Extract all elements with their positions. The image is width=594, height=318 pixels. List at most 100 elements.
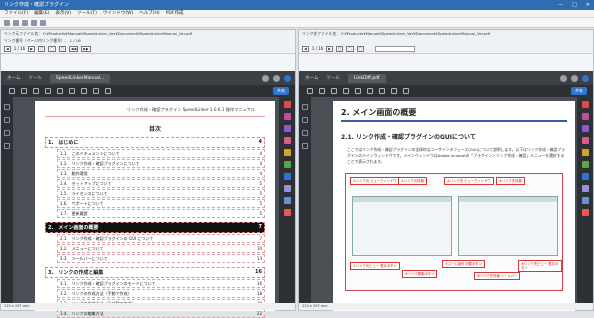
save-icon[interactable] xyxy=(13,20,19,26)
view-button-2[interactable]: □ xyxy=(48,45,56,52)
hand-icon[interactable] xyxy=(403,88,409,94)
toc-subsection-row[interactable]: 1.5. ライセンスについて 5 xyxy=(57,189,265,198)
page-thumbnail-icon[interactable] xyxy=(4,117,10,123)
share-button[interactable]: 共有 xyxy=(571,87,587,95)
help-icon[interactable] xyxy=(262,74,269,82)
toc-section-row[interactable]: 3. リンクの作成と編集 16 xyxy=(45,267,265,278)
tab-tools[interactable]: ツール xyxy=(28,75,42,81)
link-select[interactable] xyxy=(374,45,415,52)
bookmark-icon[interactable] xyxy=(302,104,308,110)
protect-tool-icon[interactable] xyxy=(283,173,291,180)
compress-tool-icon[interactable] xyxy=(283,209,291,216)
source-document-area[interactable]: リンク作成・確認プラグイン SpeedLinker 1.0.6.1 操作マニュア… xyxy=(13,97,279,318)
scan-tool-icon[interactable] xyxy=(581,197,589,204)
tab-tools[interactable]: ツール xyxy=(326,75,340,81)
menu-edit[interactable]: 編集(E) xyxy=(34,10,49,17)
fill-sign-tool-icon[interactable] xyxy=(581,185,589,192)
zoom-icon[interactable] xyxy=(81,88,87,94)
doc-tab[interactable]: SpeedLinkerManual... xyxy=(49,73,111,83)
prev-link-button[interactable]: ◀◀ xyxy=(68,45,79,52)
combine-tool-icon[interactable] xyxy=(581,149,589,156)
grid-icon[interactable] xyxy=(22,20,28,26)
maximize-button[interactable]: □ xyxy=(572,0,577,10)
pdf-tool-icon[interactable] xyxy=(581,101,589,108)
comment-tool-icon[interactable] xyxy=(283,137,291,144)
menu-file[interactable]: ファイル(F) xyxy=(4,10,28,17)
menu-tools[interactable]: ツール(T) xyxy=(77,10,97,17)
view-button-2[interactable]: □ xyxy=(346,45,354,52)
cursor-icon[interactable] xyxy=(93,88,99,94)
print-icon[interactable] xyxy=(343,88,349,94)
toc-subsection-row[interactable]: 1.2. リンク作成・確認プラグインについて 4 xyxy=(57,159,265,168)
attachment-icon[interactable] xyxy=(302,130,308,136)
toc-subsection-row[interactable]: 3.1. リンク作成・確認プラグインのモードについて 16 xyxy=(57,279,265,288)
open-icon[interactable] xyxy=(4,20,10,26)
star-icon[interactable] xyxy=(21,88,27,94)
toc-subsection-row[interactable]: 1.7. 更新履歴 5 xyxy=(57,209,265,218)
toc-subsection-row[interactable]: 3.2. リンクの作成方法（手動で作成） 18 xyxy=(57,289,265,298)
first-page-button[interactable]: ◀ xyxy=(4,45,11,52)
avatar[interactable] xyxy=(284,74,291,82)
menu-help[interactable]: ヘルプ(H) xyxy=(139,10,159,17)
cursor-icon[interactable] xyxy=(391,88,397,94)
mail-icon[interactable] xyxy=(57,88,63,94)
view-button-1[interactable]: □ xyxy=(37,45,46,52)
link-icon[interactable] xyxy=(31,20,37,26)
upload-icon[interactable] xyxy=(33,88,39,94)
toc-subsection-row[interactable]: 1.1. このドキュメントについて 4 xyxy=(57,149,265,158)
toc-subsection-row[interactable]: 2.3. ツールバーについて 13 xyxy=(57,254,265,263)
scan-tool-icon[interactable] xyxy=(283,197,291,204)
organize-tool-icon[interactable] xyxy=(283,161,291,168)
bell-icon[interactable] xyxy=(273,74,280,82)
share-button[interactable]: 共有 xyxy=(273,87,289,95)
compress-tool-icon[interactable] xyxy=(581,209,589,216)
page-thumbnail-icon[interactable] xyxy=(302,117,308,123)
doc-tab[interactable]: LinkDiff.pdf xyxy=(347,73,386,83)
settings-icon[interactable] xyxy=(40,20,46,26)
home-icon[interactable] xyxy=(307,88,313,94)
zoom-icon[interactable] xyxy=(379,88,385,94)
toc-section-row[interactable]: 2. メイン画面の概要 7 xyxy=(45,222,265,233)
bookmark-icon[interactable] xyxy=(4,104,10,110)
menu-view[interactable]: 表示(V) xyxy=(55,10,71,17)
hand-icon[interactable] xyxy=(105,88,111,94)
search-panel-icon[interactable] xyxy=(4,143,10,149)
toc-subsection-row[interactable]: 1.4. セットアップについて 5 xyxy=(57,179,265,188)
search-icon[interactable] xyxy=(69,88,75,94)
combine-tool-icon[interactable] xyxy=(283,149,291,156)
menu-window[interactable]: ウインドウ(W) xyxy=(103,10,133,17)
upload-icon[interactable] xyxy=(331,88,337,94)
edit-tool-icon[interactable] xyxy=(581,113,589,120)
close-button[interactable]: ✕ xyxy=(586,0,590,10)
export-tool-icon[interactable] xyxy=(581,125,589,132)
toc-subsection-row[interactable]: 2.2. メニューについて 10 xyxy=(57,244,265,253)
next-page-button[interactable]: ▶ xyxy=(326,45,333,52)
menu-pdf[interactable]: PDF作成 xyxy=(166,10,184,17)
mail-icon[interactable] xyxy=(355,88,361,94)
next-link-button[interactable]: ▶▶ xyxy=(81,45,91,52)
view-button-3[interactable]: □ xyxy=(356,45,364,52)
comment-tool-icon[interactable] xyxy=(581,137,589,144)
toc-section-row[interactable]: 1. はじめに 4 xyxy=(45,137,265,148)
view-button-3[interactable]: □ xyxy=(58,45,66,52)
protect-tool-icon[interactable] xyxy=(581,173,589,180)
pdf-tool-icon[interactable] xyxy=(283,101,291,108)
bell-icon[interactable] xyxy=(571,74,578,82)
tab-home[interactable]: ホーム xyxy=(7,75,20,81)
target-document-area[interactable]: 2. メイン画面の概要 2.1. リンク作成・確認プラグインのGUIについて こ… xyxy=(311,97,577,311)
toc-subsection-row[interactable]: 3.4. リンクの編集方法 22 xyxy=(57,309,265,318)
toc-subsection-row[interactable]: 1.6. サポートについて 5 xyxy=(57,199,265,208)
edit-tool-icon[interactable] xyxy=(283,113,291,120)
view-button-1[interactable]: □ xyxy=(335,45,344,52)
home-icon[interactable] xyxy=(9,88,15,94)
attachment-icon[interactable] xyxy=(4,130,10,136)
export-tool-icon[interactable] xyxy=(283,125,291,132)
fill-sign-tool-icon[interactable] xyxy=(283,185,291,192)
toc-subsection-row[interactable]: 2.1. リンク作成・確認プラグインの GUI について 7 xyxy=(57,234,265,243)
minimize-button[interactable]: — xyxy=(558,0,563,10)
print-icon[interactable] xyxy=(45,88,51,94)
help-icon[interactable] xyxy=(560,74,567,82)
tab-home[interactable]: ホーム xyxy=(305,75,318,81)
next-page-button[interactable]: ▶ xyxy=(28,45,35,52)
search-icon[interactable] xyxy=(367,88,373,94)
